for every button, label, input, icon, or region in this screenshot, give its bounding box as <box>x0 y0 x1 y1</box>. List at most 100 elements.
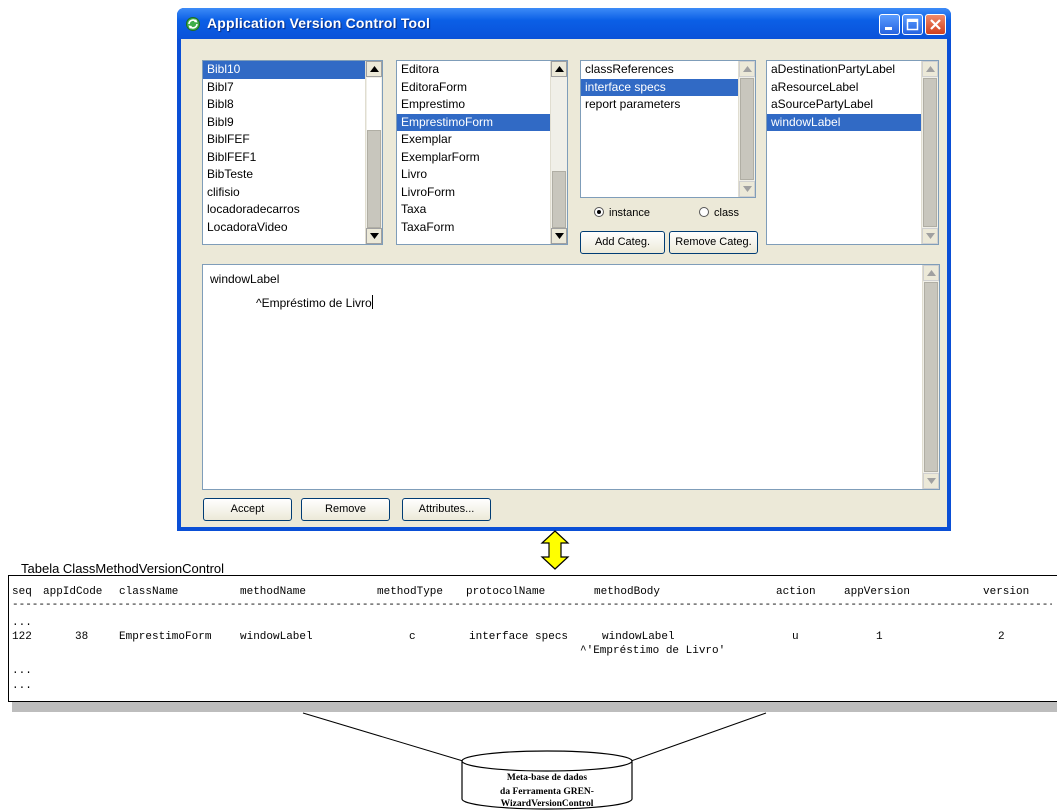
editor-scrollbar[interactable] <box>922 265 939 489</box>
cell-version: 2 <box>998 631 1005 643</box>
text-caret <box>371 295 373 309</box>
window-title: Application Version Control Tool <box>207 15 431 31</box>
apps-list-item[interactable]: locadoradecarros <box>203 201 365 219</box>
col-header-protocolname: protocolName <box>466 586 546 598</box>
scroll-up-icon[interactable] <box>551 61 567 77</box>
database-label-line-3: WizardVersionControl <box>500 799 594 809</box>
apps-list-item[interactable]: clifisio <box>203 184 365 202</box>
methods-list-item[interactable]: aResourceLabel <box>767 79 921 97</box>
cell-methodbody-line1: windowLabel <box>602 631 675 643</box>
methods-list-item[interactable]: aDestinationPartyLabel <box>767 61 921 79</box>
col-header-appversion: appVersion <box>844 586 911 598</box>
table-ellipsis-bottom-1: ... <box>12 665 32 677</box>
scroll-down-icon[interactable] <box>922 228 938 244</box>
cell-methodbody-line2: ^'Empréstimo de Livro' <box>580 645 726 657</box>
classes-list-item[interactable]: Livro <box>397 166 550 184</box>
scroll-down-icon[interactable] <box>366 228 382 244</box>
editor-line-2: ^Empréstimo de Livro <box>256 295 373 310</box>
scroll-track <box>924 282 938 472</box>
apps-list-item[interactable]: Bibl10 <box>203 61 365 79</box>
scroll-down-icon[interactable] <box>739 181 755 197</box>
database-label-line-2: da Ferramenta GREN- <box>500 787 594 797</box>
classes-list[interactable]: Editora EditoraForm Emprestimo EmprestimoFo… <box>396 60 568 245</box>
table-ellipsis-top: ... <box>12 617 32 629</box>
col-header-appidcode: appIdCode <box>43 586 103 598</box>
add-categ-button[interactable]: Add Categ. <box>580 231 665 254</box>
scroll-track[interactable] <box>367 130 381 228</box>
recycle-gear-icon <box>186 17 200 31</box>
cell-classname: EmprestimoForm <box>119 631 212 643</box>
classes-list-item[interactable]: Taxa <box>397 201 550 219</box>
classes-scrollbar[interactable] <box>550 61 567 244</box>
accept-button[interactable]: Accept <box>203 498 292 521</box>
attributes-button[interactable]: Attributes... <box>402 498 491 521</box>
minimize-icon[interactable] <box>879 14 900 35</box>
col-header-methodname: methodName <box>240 586 307 598</box>
scroll-thumb[interactable] <box>552 171 566 228</box>
categories-list-item[interactable]: report parameters <box>581 96 738 114</box>
table-caption: Tabela ClassMethodVersionControl <box>21 561 225 576</box>
cell-methodname: windowLabel <box>240 631 313 643</box>
categories-list[interactable]: classReferences interface specs report par… <box>580 60 756 198</box>
categories-list-item[interactable]: classReferences <box>581 61 738 79</box>
classes-list-item[interactable]: TaxaForm <box>397 219 550 237</box>
table-shadow <box>12 702 1057 712</box>
classes-list-item[interactable]: ExemplarForm <box>397 149 550 167</box>
cell-appidcode: 38 <box>75 631 89 643</box>
classes-list-item[interactable]: EditoraForm <box>397 79 550 97</box>
apps-list-item[interactable]: Bibl8 <box>203 96 365 114</box>
remove-button[interactable]: Remove <box>301 498 390 521</box>
apps-list-item[interactable]: Bibl9 <box>203 114 365 132</box>
maximize-icon[interactable] <box>902 14 923 35</box>
connector-line-right <box>630 712 767 762</box>
apps-list[interactable]: Bibl10 Bibl7 Bibl8 Bibl9 BiblFEF BiblFEF1 BibT… <box>202 60 383 245</box>
table-ellipsis-bottom-2: ... <box>12 680 32 692</box>
instance-radio[interactable]: instance <box>594 207 650 219</box>
scroll-track <box>740 78 754 180</box>
scroll-down-icon[interactable] <box>923 473 939 489</box>
apps-list-item[interactable]: LocadoraVideo <box>203 219 365 237</box>
methods-list[interactable]: aDestinationPartyLabel aResourceLabel aSou… <box>766 60 939 245</box>
scroll-track <box>923 78 937 227</box>
radio-dot-icon <box>594 207 604 217</box>
classes-list-item[interactable]: Editora <box>397 61 550 79</box>
scroll-thumb[interactable] <box>367 78 381 130</box>
apps-list-item[interactable]: BibTeste <box>203 166 365 184</box>
remove-categ-button[interactable]: Remove Categ. <box>669 231 758 254</box>
database-label-line-1: Meta-base de dados <box>506 773 588 783</box>
col-header-methodtype: methodType <box>377 586 444 598</box>
classes-list-item[interactable]: LivroForm <box>397 184 550 202</box>
categories-list-item[interactable]: interface specs <box>581 78 738 96</box>
class-radio[interactable]: class <box>699 207 739 219</box>
methods-scrollbar[interactable] <box>921 61 938 244</box>
table-separator: ----------------------------------------… <box>12 599 1052 611</box>
title-bar[interactable]: Application Version Control Tool <box>177 8 951 39</box>
double-arrow-icon <box>540 530 570 570</box>
method-editor[interactable]: windowLabel ^Empréstimo de Livro <box>202 264 940 490</box>
methods-list-item[interactable]: windowLabel <box>767 113 921 131</box>
editor-line-1: windowLabel <box>210 272 280 286</box>
categories-scrollbar[interactable] <box>738 61 755 197</box>
connector-line-left <box>302 712 464 762</box>
scroll-down-icon[interactable] <box>551 228 567 244</box>
apps-scrollbar[interactable] <box>365 61 382 244</box>
col-header-seq: seq <box>12 586 32 598</box>
window-client: Bibl10 Bibl7 Bibl8 Bibl9 BiblFEF BiblFEF1 BibT… <box>181 39 947 527</box>
scroll-up-icon[interactable] <box>366 61 382 77</box>
col-header-methodbody: methodBody <box>594 586 661 598</box>
apps-list-item[interactable]: BiblFEF1 <box>203 149 365 167</box>
cell-appversion: 1 <box>876 631 883 643</box>
scroll-up-icon[interactable] <box>923 265 939 281</box>
col-header-action: action <box>776 586 816 598</box>
close-icon[interactable] <box>925 14 946 35</box>
classes-list-item[interactable]: Emprestimo <box>397 96 550 114</box>
classes-list-item[interactable]: EmprestimoForm <box>397 113 550 131</box>
cell-seq: 122 <box>12 631 32 643</box>
classes-list-item[interactable]: Exemplar <box>397 131 550 149</box>
apps-list-item[interactable]: BiblFEF <box>203 131 365 149</box>
methods-list-item[interactable]: aSourcePartyLabel <box>767 96 921 114</box>
scroll-up-icon[interactable] <box>739 61 755 77</box>
scroll-up-icon[interactable] <box>922 61 938 77</box>
apps-list-item[interactable]: Bibl7 <box>203 79 365 97</box>
col-header-classname: className <box>119 586 179 598</box>
